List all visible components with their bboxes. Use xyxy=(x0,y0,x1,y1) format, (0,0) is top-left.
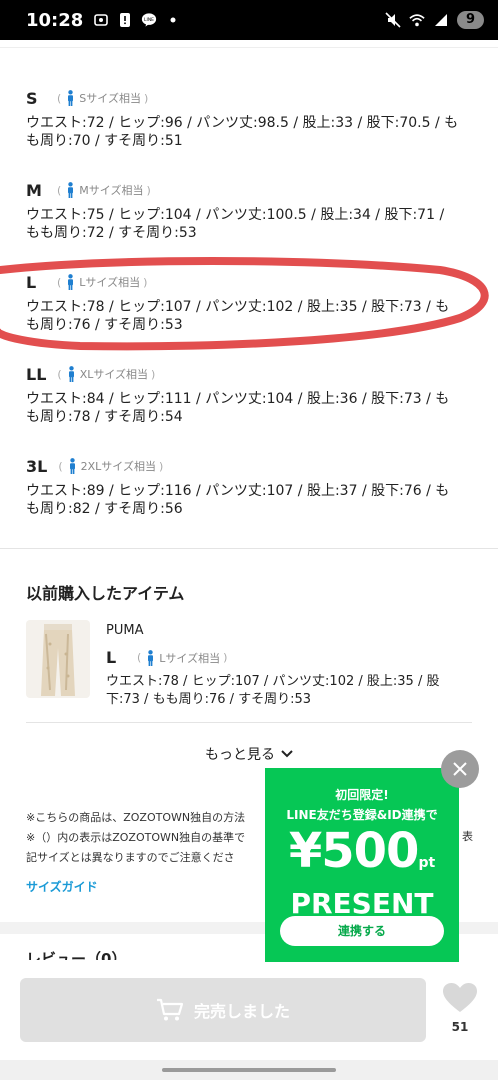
sold-out-label: 完売しました xyxy=(193,1002,290,1021)
promo-headline: 初回限定! xyxy=(335,788,389,802)
size-equivalent: Mサイズ相当 xyxy=(79,184,144,197)
size-table: S ( Sサイズ相当 ) ウエスト:72 / ヒップ:96 / パンツ丈:98.… xyxy=(26,86,472,546)
size-row-s: S ( Sサイズ相当 ) ウエスト:72 / ヒップ:96 / パンツ丈:98.… xyxy=(26,86,472,150)
promo-present: PRESENT xyxy=(290,887,434,920)
battery-badge: 9 xyxy=(456,11,484,29)
person-icon xyxy=(68,274,74,290)
mute-icon xyxy=(385,12,401,28)
previous-items-title: 以前購入したアイテム xyxy=(26,584,185,603)
notification-alert-icon xyxy=(117,12,133,28)
promo-unit: pt xyxy=(418,855,436,871)
size-row-ll: LL ( XLサイズ相当 ) ウエスト:84 / ヒップ:111 / パンツ丈:… xyxy=(26,362,472,426)
bottom-action-bar: 完売しました 51 xyxy=(0,960,498,1060)
signal-icon xyxy=(433,12,449,28)
review-heading: レビュー（0） xyxy=(26,950,127,960)
size-measurements: ウエスト:89 / ヒップ:116 / パンツ丈:107 / 股上:37 / 股… xyxy=(26,483,450,517)
cart-icon xyxy=(156,998,184,1021)
size-row-l: L ( Lサイズ相当 ) ウエスト:78 / ヒップ:107 / パンツ丈:10… xyxy=(26,270,472,334)
status-bar: 10:28 LINE 9 xyxy=(0,0,498,40)
size-code: M xyxy=(26,180,42,200)
screenshot-icon xyxy=(93,12,109,28)
person-icon xyxy=(148,649,154,666)
size-guide-link[interactable]: サイズガイド xyxy=(26,878,98,895)
heart-icon xyxy=(443,983,477,1012)
promo-amount: ¥500pt xyxy=(288,823,436,879)
size-row-3l: 3L ( 2XLサイズ相当 ) ウエスト:89 / ヒップ:116 / パンツ丈… xyxy=(26,454,472,518)
size-code: L xyxy=(106,648,117,667)
person-icon xyxy=(69,458,75,474)
wifi-icon xyxy=(409,12,425,28)
size-measurements: ウエスト:84 / ヒップ:111 / パンツ丈:104 / 股上:36 / 股… xyxy=(26,391,450,425)
dot-icon xyxy=(165,12,181,28)
promo-subheadline: LINE友だち登録&ID連携で xyxy=(286,808,438,822)
size-row-m: M ( Mサイズ相当 ) ウエスト:75 / ヒップ:104 / パンツ丈:10… xyxy=(26,178,472,242)
brand-name: PUMA xyxy=(106,623,144,638)
person-icon xyxy=(68,366,74,382)
favorite-count: 51 xyxy=(451,1020,469,1034)
line-promo-banner[interactable]: 初回限定! LINE友だち登録&ID連携で ¥500pt PRESENT 連携す… xyxy=(265,768,459,962)
sold-out-button[interactable]: 完売しました xyxy=(20,978,426,1042)
size-code: S xyxy=(26,88,38,108)
chevron-down-icon xyxy=(281,750,293,758)
header-divider xyxy=(0,40,498,48)
person-icon xyxy=(68,182,74,198)
show-more-button[interactable]: もっと見る xyxy=(0,744,498,764)
favorite-button[interactable]: 51 xyxy=(440,982,480,1034)
status-time: 10:28 xyxy=(26,9,84,31)
svg-text:LINE: LINE xyxy=(144,17,154,23)
size-equivalent: 2XLサイズ相当 xyxy=(80,460,156,473)
size-equivalent: Lサイズ相当 xyxy=(79,276,141,289)
size-measurements: ウエスト:78 / ヒップ:107 / パンツ丈:102 / 股上:35 / 股… xyxy=(106,674,440,707)
size-code: 3L xyxy=(26,456,48,476)
line-app-icon: LINE xyxy=(141,12,157,28)
previous-item-card[interactable]: PUMA L ( Lサイズ相当 ) ウエスト:78 / ヒップ:107 / パン… xyxy=(26,620,472,710)
size-code: L xyxy=(26,272,37,292)
size-equivalent: Lサイズ相当 xyxy=(159,651,221,665)
close-promo-button[interactable] xyxy=(441,750,479,788)
close-icon xyxy=(453,762,467,776)
size-equivalent: XLサイズ相当 xyxy=(79,368,149,381)
gesture-nav-bar xyxy=(0,1060,498,1080)
section-divider xyxy=(0,548,498,549)
product-thumbnail[interactable] xyxy=(26,620,90,698)
size-equivalent: Sサイズ相当 xyxy=(79,92,141,105)
show-more-label: もっと見る xyxy=(205,747,275,763)
person-icon xyxy=(68,90,74,106)
size-measurements: ウエスト:72 / ヒップ:96 / パンツ丈:98.5 / 股上:33 / 股… xyxy=(26,115,459,149)
link-account-button[interactable]: 連携する xyxy=(280,916,444,946)
size-measurements: ウエスト:75 / ヒップ:104 / パンツ丈:100.5 / 股上:34 /… xyxy=(26,207,445,241)
note-tail: 表 xyxy=(462,830,473,843)
home-indicator[interactable] xyxy=(162,1068,336,1072)
divider xyxy=(26,722,472,723)
size-code: LL xyxy=(26,364,47,384)
size-measurements: ウエスト:78 / ヒップ:107 / パンツ丈:102 / 股上:35 / 股… xyxy=(26,299,450,333)
